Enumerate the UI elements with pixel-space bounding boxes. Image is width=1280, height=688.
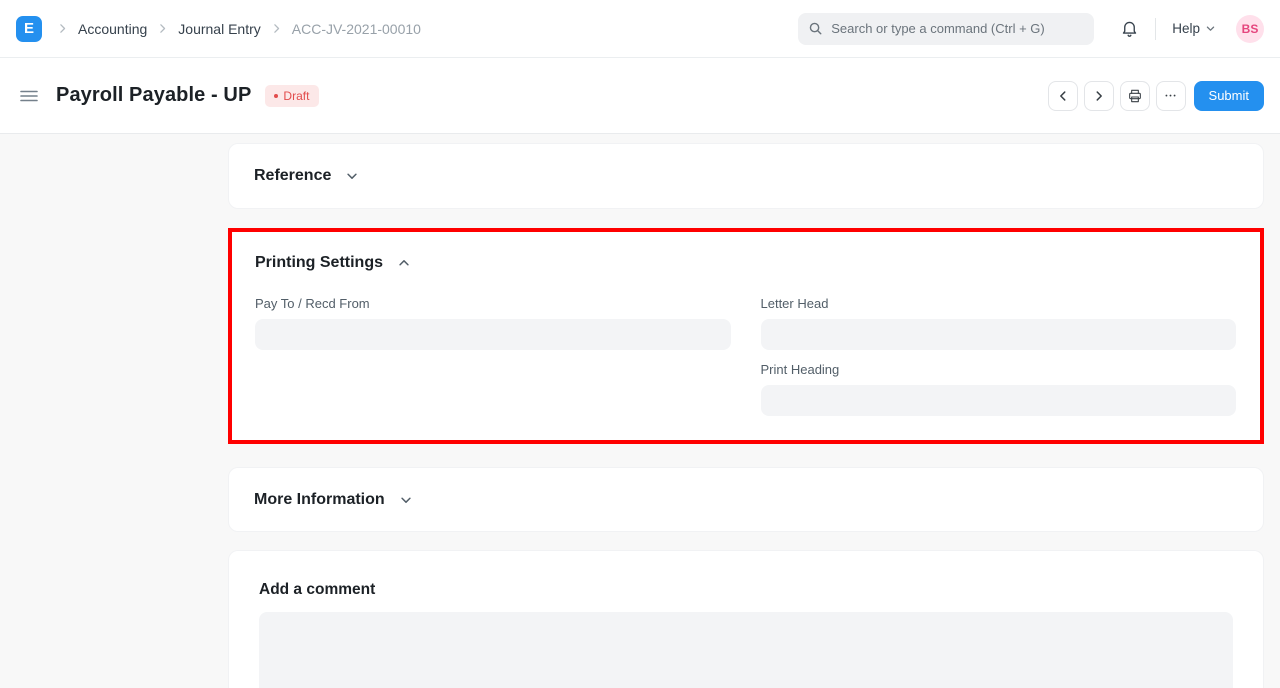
letter-head-input[interactable] bbox=[761, 319, 1237, 350]
chevron-down-icon bbox=[345, 169, 359, 183]
letter-head-label: Letter Head bbox=[761, 296, 1237, 311]
chevron-up-icon bbox=[397, 256, 411, 270]
page-header: Payroll Payable - UP Draft Submit bbox=[0, 58, 1280, 134]
form-column: Reference Printing Settings Pay To / Rec… bbox=[228, 143, 1264, 688]
add-comment-title: Add a comment bbox=[259, 581, 1233, 599]
hamburger-icon bbox=[20, 88, 38, 104]
section-more-information-toggle[interactable]: More Information bbox=[254, 491, 413, 509]
printer-icon bbox=[1127, 88, 1143, 104]
form-body: Reference Printing Settings Pay To / Rec… bbox=[0, 134, 1280, 688]
help-menu-button[interactable]: Help bbox=[1170, 17, 1218, 40]
status-badge-label: Draft bbox=[283, 89, 309, 103]
section-comments: Add a comment bbox=[228, 550, 1264, 688]
breadcrumb: Accounting Journal Entry ACC-JV-2021-000… bbox=[56, 21, 421, 37]
navbar: E Accounting Journal Entry ACC-JV-2021-0… bbox=[0, 0, 1280, 58]
field-letter-head: Letter Head bbox=[761, 296, 1237, 350]
more-options-button[interactable] bbox=[1156, 81, 1186, 111]
page-actions: Submit bbox=[1048, 81, 1264, 111]
navbar-right: Help BS bbox=[798, 13, 1264, 45]
section-reference-title: Reference bbox=[254, 167, 331, 185]
bell-icon bbox=[1120, 19, 1139, 38]
print-button[interactable] bbox=[1120, 81, 1150, 111]
notifications-button[interactable] bbox=[1116, 15, 1143, 42]
field-pay-to-recd-from: Pay To / Recd From bbox=[255, 296, 731, 350]
printing-settings-fields: Pay To / Recd From Letter Head Print Hea… bbox=[255, 296, 1236, 416]
app-logo[interactable]: E bbox=[16, 16, 42, 42]
navbar-divider bbox=[1155, 18, 1156, 40]
section-printing-settings-title: Printing Settings bbox=[255, 254, 383, 272]
status-dot-icon bbox=[274, 94, 278, 98]
chevron-down-icon bbox=[1205, 23, 1216, 34]
print-heading-label: Print Heading bbox=[761, 362, 1237, 377]
field-print-heading: Print Heading bbox=[761, 362, 1237, 416]
pay-to-recd-from-label: Pay To / Recd From bbox=[255, 296, 731, 311]
sidebar-toggle-button[interactable] bbox=[16, 84, 42, 108]
user-avatar[interactable]: BS bbox=[1236, 15, 1264, 43]
app-logo-letter: E bbox=[24, 20, 34, 37]
search-input[interactable] bbox=[831, 21, 1084, 36]
search-icon bbox=[808, 21, 823, 36]
global-search[interactable] bbox=[798, 13, 1094, 45]
chevron-right-icon bbox=[56, 22, 69, 35]
breadcrumb-item-accounting[interactable]: Accounting bbox=[78, 21, 147, 37]
section-reference: Reference bbox=[228, 143, 1264, 209]
help-label: Help bbox=[1172, 21, 1200, 36]
breadcrumb-item-document: ACC-JV-2021-00010 bbox=[292, 21, 421, 37]
section-printing-settings: Printing Settings Pay To / Recd From Let… bbox=[232, 232, 1260, 440]
chevron-right-icon bbox=[156, 22, 169, 35]
highlight-box: Printing Settings Pay To / Recd From Let… bbox=[228, 228, 1264, 444]
ellipsis-icon bbox=[1163, 88, 1178, 103]
next-document-button[interactable] bbox=[1084, 81, 1114, 111]
comment-input[interactable] bbox=[259, 612, 1233, 688]
prev-document-button[interactable] bbox=[1048, 81, 1078, 111]
chevron-right-icon bbox=[270, 22, 283, 35]
chevron-down-icon bbox=[399, 493, 413, 507]
section-printing-settings-toggle[interactable]: Printing Settings bbox=[255, 254, 1236, 272]
pay-to-recd-from-input[interactable] bbox=[255, 319, 731, 350]
print-heading-input[interactable] bbox=[761, 385, 1237, 416]
section-more-information: More Information bbox=[228, 467, 1264, 532]
chevron-right-icon bbox=[1092, 89, 1106, 103]
section-more-information-title: More Information bbox=[254, 491, 385, 509]
breadcrumb-item-journal-entry[interactable]: Journal Entry bbox=[178, 21, 260, 37]
status-badge: Draft bbox=[265, 85, 319, 107]
section-reference-toggle[interactable]: Reference bbox=[254, 167, 359, 185]
page-title: Payroll Payable - UP bbox=[56, 84, 251, 107]
chevron-left-icon bbox=[1056, 89, 1070, 103]
avatar-initials: BS bbox=[1242, 22, 1259, 36]
submit-button[interactable]: Submit bbox=[1194, 81, 1264, 111]
